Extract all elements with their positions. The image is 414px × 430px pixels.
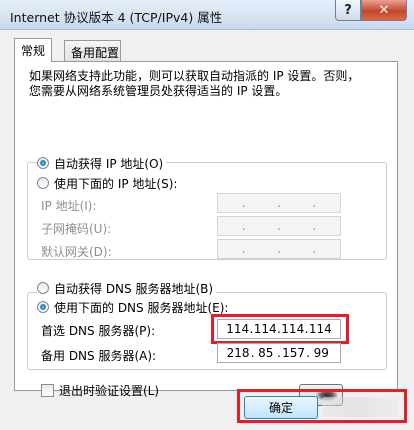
ip-address-dot-2: .: [277, 196, 281, 210]
radio-auto-ip[interactable]: 自动获得 IP 地址(O): [37, 155, 167, 171]
alternate-dns-octet-2: 85: [258, 346, 274, 360]
radio-manual-dns-indicator: [37, 301, 49, 313]
radio-auto-dns-indicator: [37, 282, 49, 294]
radio-manual-ip-indicator: [37, 177, 49, 189]
validate-on-exit-box: [41, 384, 54, 397]
help-button[interactable]: ?: [335, 0, 361, 21]
validate-on-exit-label: 退出时验证设置(L): [59, 384, 160, 398]
ok-button[interactable]: 确定: [244, 396, 318, 419]
help-icon: ?: [344, 2, 352, 18]
preferred-dns-label: 首选 DNS 服务器(P):: [41, 324, 156, 338]
description-line-2: 您需要从网络系统管理员处获得适当的 IP 设置。: [29, 84, 288, 98]
alternate-dns-octet-3: 157: [282, 346, 306, 360]
preferred-dns-octet-1: 114: [226, 322, 250, 336]
alternate-dns-dot-1: .: [250, 346, 255, 360]
ip-address-dot-1: .: [241, 196, 246, 210]
description-line-1: 如果网络支持此功能，则可以获取自动指派的 IP 设置。否则，: [29, 69, 360, 83]
preferred-dns-input[interactable]: 114. 114. 114. 114: [217, 319, 341, 339]
ok-button-label: 确定: [268, 401, 293, 415]
subnet-mask-dot-3: .: [312, 219, 317, 233]
default-gateway-label: 默认网关(D):: [41, 245, 112, 259]
alternate-dns-label: 备用 DNS 服务器(A):: [41, 349, 157, 363]
alternate-dns-octet-1: 218: [226, 346, 250, 360]
window-title: Internet 协议版本 4 (TCP/IPv4) 属性: [10, 10, 223, 25]
radio-manual-dns-label: 使用下面的 DNS 服务器地址(E):: [54, 300, 229, 315]
radio-auto-dns[interactable]: 自动获得 DNS 服务器地址(B): [37, 280, 217, 296]
tab-general[interactable]: 常规: [14, 38, 53, 62]
alternate-dns-dot-2: .: [277, 346, 281, 360]
alternate-dns-dot-3: .: [306, 346, 311, 360]
subnet-mask-dot-1: .: [241, 219, 246, 233]
tab-panel-general: 如果网络支持此功能，则可以获取自动指派的 IP 设置。否则， 您需要从网络系统管…: [14, 61, 398, 406]
alternate-dns-input[interactable]: 218. 85. 157. 99: [217, 343, 341, 363]
subnet-mask-input[interactable]: . . .: [217, 216, 341, 236]
ip-address-label: IP 地址(I):: [41, 199, 97, 213]
radio-manual-ip[interactable]: 使用下面的 IP 地址(S):: [37, 175, 181, 191]
tab-alternate-config-label: 备用配置: [71, 46, 120, 60]
description-text: 如果网络支持此功能，则可以获取自动指派的 IP 设置。否则， 您需要从网络系统管…: [29, 69, 389, 99]
close-button[interactable]: ✕: [361, 0, 407, 21]
subnet-mask-dot-2: .: [277, 219, 281, 233]
radio-manual-ip-label: 使用下面的 IP 地址(S):: [54, 176, 178, 191]
dialog-body: 常规 备用配置 如果网络支持此功能，则可以获取自动指派的 IP 设置。否则， 您…: [0, 30, 414, 430]
validate-on-exit-checkbox[interactable]: 退出时验证设置(L): [41, 382, 159, 399]
preferred-dns-octet-3: 114: [281, 322, 305, 336]
title-bar: Internet 协议版本 4 (TCP/IPv4) 属性 ? ✕: [0, 0, 414, 30]
default-gateway-dot-2: .: [277, 242, 281, 256]
ip-address-input[interactable]: . . .: [217, 193, 341, 213]
cancel-button-obscured[interactable]: [322, 397, 398, 417]
tab-general-label: 常规: [21, 44, 46, 58]
preferred-dns-octet-2: 114: [253, 322, 277, 336]
preferred-dns-octet-4: 114: [308, 322, 332, 336]
default-gateway-dot-3: .: [312, 242, 317, 256]
tab-alternate-config[interactable]: 备用配置: [64, 40, 121, 61]
radio-auto-ip-indicator: [37, 157, 49, 169]
radio-auto-dns-label: 自动获得 DNS 服务器地址(B): [54, 281, 214, 296]
default-gateway-dot-1: .: [241, 242, 246, 256]
subnet-mask-label: 子网掩码(U):: [41, 222, 112, 236]
radio-auto-ip-label: 自动获得 IP 地址(O): [54, 156, 164, 171]
alternate-dns-octet-4: 99: [313, 346, 329, 360]
close-icon: ✕: [378, 2, 390, 18]
radio-manual-dns[interactable]: 使用下面的 DNS 服务器地址(E):: [37, 299, 232, 315]
ip-address-dot-3: .: [312, 196, 317, 210]
default-gateway-input[interactable]: . . .: [217, 239, 341, 259]
